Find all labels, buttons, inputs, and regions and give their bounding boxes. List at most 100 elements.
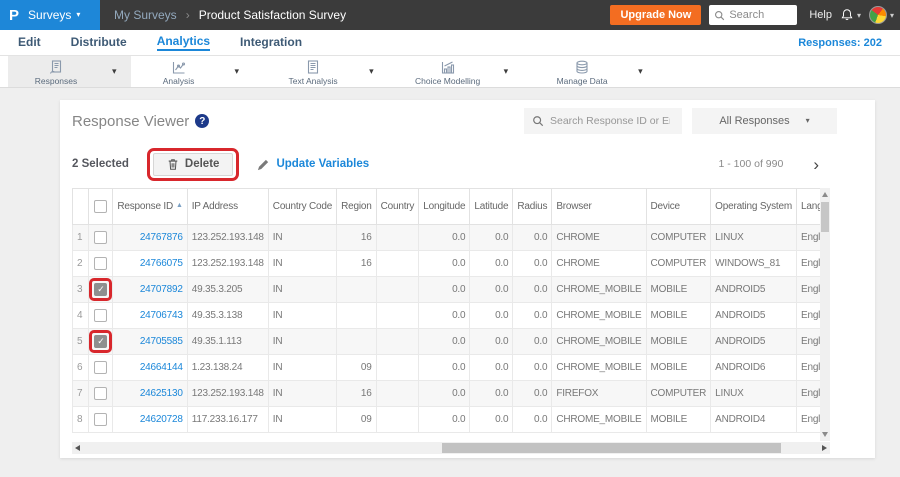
- response-id-link[interactable]: 24625130: [140, 388, 183, 399]
- col-header-country[interactable]: Country: [375, 188, 420, 225]
- horizontal-scrollbar[interactable]: [72, 442, 830, 454]
- cell-response_id: 24707892: [112, 276, 188, 303]
- row-checkbox[interactable]: [94, 231, 108, 244]
- col-header-country_code[interactable]: Country Code: [267, 188, 338, 225]
- col-header-response_id[interactable]: Response ID ▲: [112, 188, 188, 225]
- col-header-label: Region: [341, 201, 372, 212]
- cell-latitude: 0.0: [469, 406, 514, 433]
- delete-button-label: Delete: [184, 158, 220, 170]
- response-id-link[interactable]: 24767876: [140, 232, 183, 243]
- global-search-input[interactable]: [729, 9, 792, 21]
- col-header-language[interactable]: Language: [795, 188, 820, 225]
- row-checkbox[interactable]: [94, 387, 108, 400]
- cell-device: MOBILE: [645, 276, 712, 303]
- vertical-scrollbar-thumb[interactable]: [821, 202, 829, 232]
- select-all-checkbox[interactable]: [94, 200, 108, 213]
- col-header-device[interactable]: Device: [645, 188, 712, 225]
- tab-integration[interactable]: Integration: [240, 35, 302, 50]
- responses-count-link[interactable]: Responses: 202: [798, 37, 882, 49]
- responses-filter-dropdown[interactable]: All Responses ▾: [692, 108, 837, 134]
- response-id-link[interactable]: 24705585: [140, 336, 183, 347]
- horizontal-scrollbar-thumb[interactable]: [442, 443, 781, 453]
- cell-country_code: IN: [267, 224, 338, 251]
- col-header-radius[interactable]: Radius: [512, 188, 553, 225]
- cell-radius: 0.0: [512, 250, 553, 277]
- toolbar-item-manage-data[interactable]: Manage Data ▾: [534, 56, 669, 87]
- cell-device: MOBILE: [645, 302, 712, 329]
- response-id-link[interactable]: 24620728: [140, 414, 183, 425]
- scroll-down-arrow-icon[interactable]: [822, 432, 828, 437]
- chevron-down-icon: ▾: [889, 10, 894, 20]
- row-checkbox[interactable]: [94, 257, 108, 270]
- survey-nav-bar: Edit Distribute Analytics Integration Re…: [0, 30, 900, 56]
- cell-device: COMPUTER: [645, 224, 712, 251]
- notifications-menu[interactable]: ▾: [840, 8, 861, 22]
- response-id-link[interactable]: 24766075: [140, 258, 183, 269]
- breadcrumb-parent[interactable]: My Surveys: [114, 8, 177, 22]
- help-icon[interactable]: ?: [195, 114, 210, 128]
- col-header-longitude[interactable]: Longitude: [418, 188, 471, 225]
- row-checkbox[interactable]: [94, 413, 108, 426]
- account-menu[interactable]: ▾: [868, 6, 894, 24]
- checkbox-cell: ✓: [88, 276, 114, 303]
- col-header-ip[interactable]: IP Address: [186, 188, 269, 225]
- scroll-left-arrow-icon[interactable]: [75, 445, 80, 451]
- toolbar-item-text-analysis[interactable]: Text Analysis ▾: [265, 56, 400, 87]
- scroll-up-arrow-icon[interactable]: [822, 192, 828, 197]
- row-number: 8: [72, 406, 90, 433]
- chevron-down-icon[interactable]: ▾: [227, 66, 266, 77]
- brand-area[interactable]: P Surveys ▾: [0, 0, 100, 30]
- row-checkbox[interactable]: ✓: [94, 335, 108, 348]
- response-search-input[interactable]: [550, 115, 670, 127]
- cell-os: ANDROID5: [710, 276, 797, 303]
- chevron-down-icon[interactable]: ▾: [104, 66, 131, 77]
- help-link[interactable]: Help: [809, 9, 832, 21]
- cell-os: ANDROID4: [710, 406, 797, 433]
- response-id-link[interactable]: 24664144: [140, 362, 183, 373]
- response-id-link[interactable]: 24706743: [140, 310, 183, 321]
- choice-modelling-icon: [441, 61, 454, 74]
- row-checkbox[interactable]: [94, 309, 108, 322]
- cell-longitude: 0.0: [418, 406, 471, 433]
- scroll-right-arrow-icon[interactable]: [822, 445, 827, 451]
- toolbar-item-responses[interactable]: Responses ▾: [8, 56, 131, 87]
- delete-button[interactable]: Delete: [152, 152, 234, 176]
- global-search-box[interactable]: [709, 5, 798, 25]
- toolbar-label: Text Analysis: [288, 75, 338, 86]
- cell-language: English: [795, 380, 820, 407]
- tab-edit[interactable]: Edit: [18, 35, 41, 50]
- chevron-down-icon[interactable]: ▾: [496, 66, 535, 77]
- chevron-down-icon[interactable]: ▾: [361, 66, 400, 77]
- cell-language: English: [795, 250, 820, 277]
- chevron-down-icon[interactable]: ▾: [630, 66, 669, 77]
- selection-action-bar: 2 Selected Delete Update Variables 1 - 1…: [60, 142, 875, 186]
- response-id-link[interactable]: 24707892: [140, 284, 183, 295]
- upgrade-now-button[interactable]: Upgrade Now: [610, 5, 702, 25]
- vertical-scrollbar[interactable]: [820, 188, 830, 441]
- cell-latitude: 0.0: [469, 276, 514, 303]
- col-header-browser[interactable]: Browser: [551, 188, 647, 225]
- cell-country: [375, 250, 420, 277]
- col-header-region[interactable]: Region: [336, 188, 377, 225]
- row-checkbox[interactable]: ✓: [94, 283, 108, 296]
- cell-radius: 0.0: [512, 224, 553, 251]
- tab-analytics[interactable]: Analytics: [156, 34, 211, 51]
- filter-selected-value: All Responses: [719, 115, 790, 127]
- update-variables-button[interactable]: Update Variables: [257, 158, 369, 171]
- checkbox-cell: [88, 250, 114, 277]
- tab-distribute[interactable]: Distribute: [71, 35, 127, 50]
- toolbar-item-choice-modelling[interactable]: Choice Modelling ▾: [400, 56, 535, 87]
- chevron-down-icon: ▾: [805, 116, 810, 125]
- cell-device: MOBILE: [645, 354, 712, 381]
- toolbar-item-analysis[interactable]: Analysis ▾: [131, 56, 266, 87]
- toolbar-label: Choice Modelling: [414, 75, 481, 86]
- cell-country_code: IN: [267, 328, 338, 355]
- row-checkbox[interactable]: [94, 361, 108, 374]
- cell-country: [375, 406, 420, 433]
- cell-response_id: 24705585: [112, 328, 188, 355]
- product-menu[interactable]: Surveys ▾: [28, 8, 80, 22]
- next-page-button[interactable]: ›: [813, 156, 819, 173]
- response-search-box[interactable]: [524, 108, 682, 134]
- col-header-latitude[interactable]: Latitude: [469, 188, 514, 225]
- col-header-os[interactable]: Operating System: [710, 188, 797, 225]
